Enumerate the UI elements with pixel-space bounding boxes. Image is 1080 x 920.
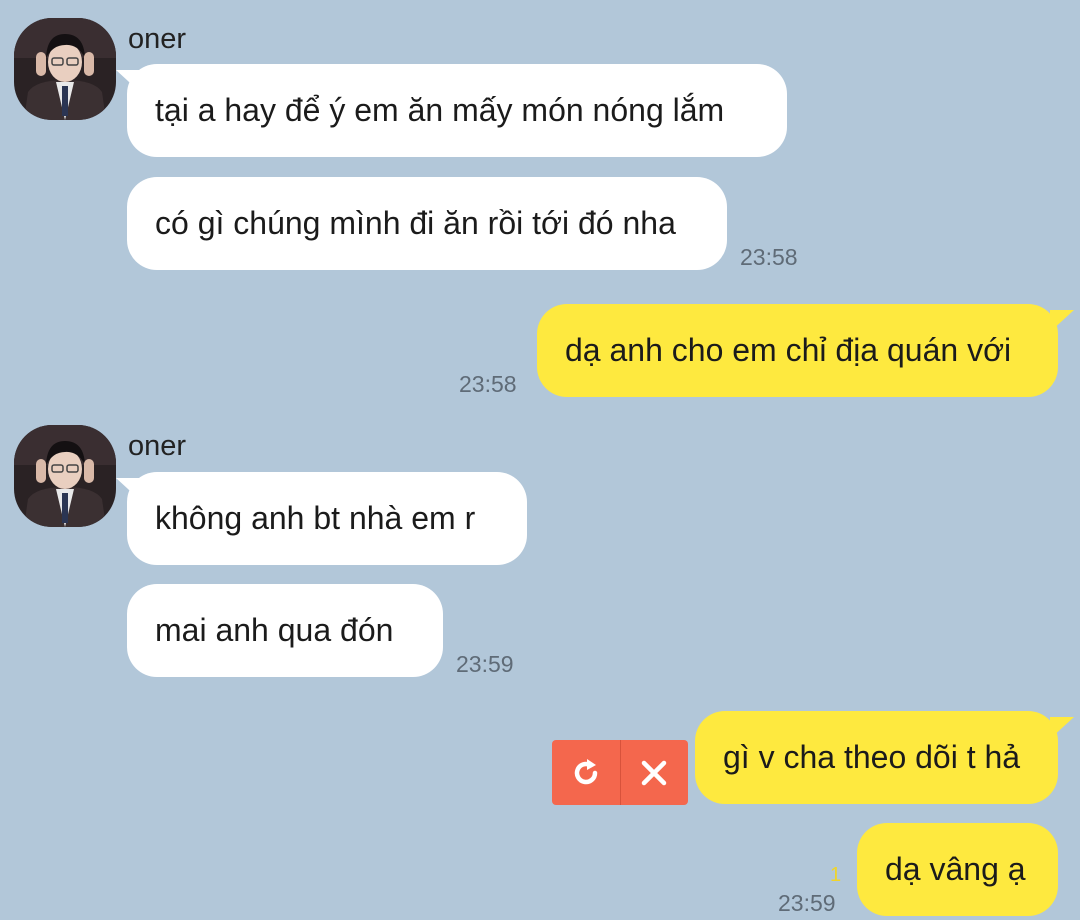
failed-message-bubble[interactable]: gì v cha theo dõi t hả xyxy=(695,711,1058,804)
message-timestamp: 23:58 xyxy=(459,371,517,397)
retry-button[interactable] xyxy=(552,740,620,805)
failed-message-actions xyxy=(552,740,688,805)
message-timestamp: 23:59 xyxy=(778,890,836,916)
message-bubble[interactable]: tại a hay để ý em ăn mấy món nóng lắm xyxy=(127,64,787,157)
unread-count: 1 xyxy=(830,864,842,886)
bubble-tail xyxy=(1050,310,1074,332)
avatar[interactable] xyxy=(14,18,116,120)
message-timestamp: 23:58 xyxy=(740,244,798,270)
message-bubble[interactable]: dạ anh cho em chỉ địa quán với xyxy=(537,304,1058,397)
message-bubble[interactable]: không anh bt nhà em r xyxy=(127,472,527,565)
retry-icon xyxy=(574,758,597,784)
avatar[interactable] xyxy=(14,425,116,527)
bubble-tail xyxy=(1050,717,1074,739)
message-bubble[interactable]: mai anh qua đón xyxy=(127,584,443,677)
message-bubble[interactable]: dạ vâng ạ xyxy=(857,823,1058,916)
delete-button[interactable] xyxy=(621,740,689,805)
sender-name: oner xyxy=(128,23,187,55)
close-icon xyxy=(642,760,667,785)
message-timestamp: 23:59 xyxy=(456,651,514,677)
message-bubble[interactable]: có gì chúng mình đi ăn rồi tới đó nha xyxy=(127,177,727,270)
sender-name: oner xyxy=(128,430,187,462)
